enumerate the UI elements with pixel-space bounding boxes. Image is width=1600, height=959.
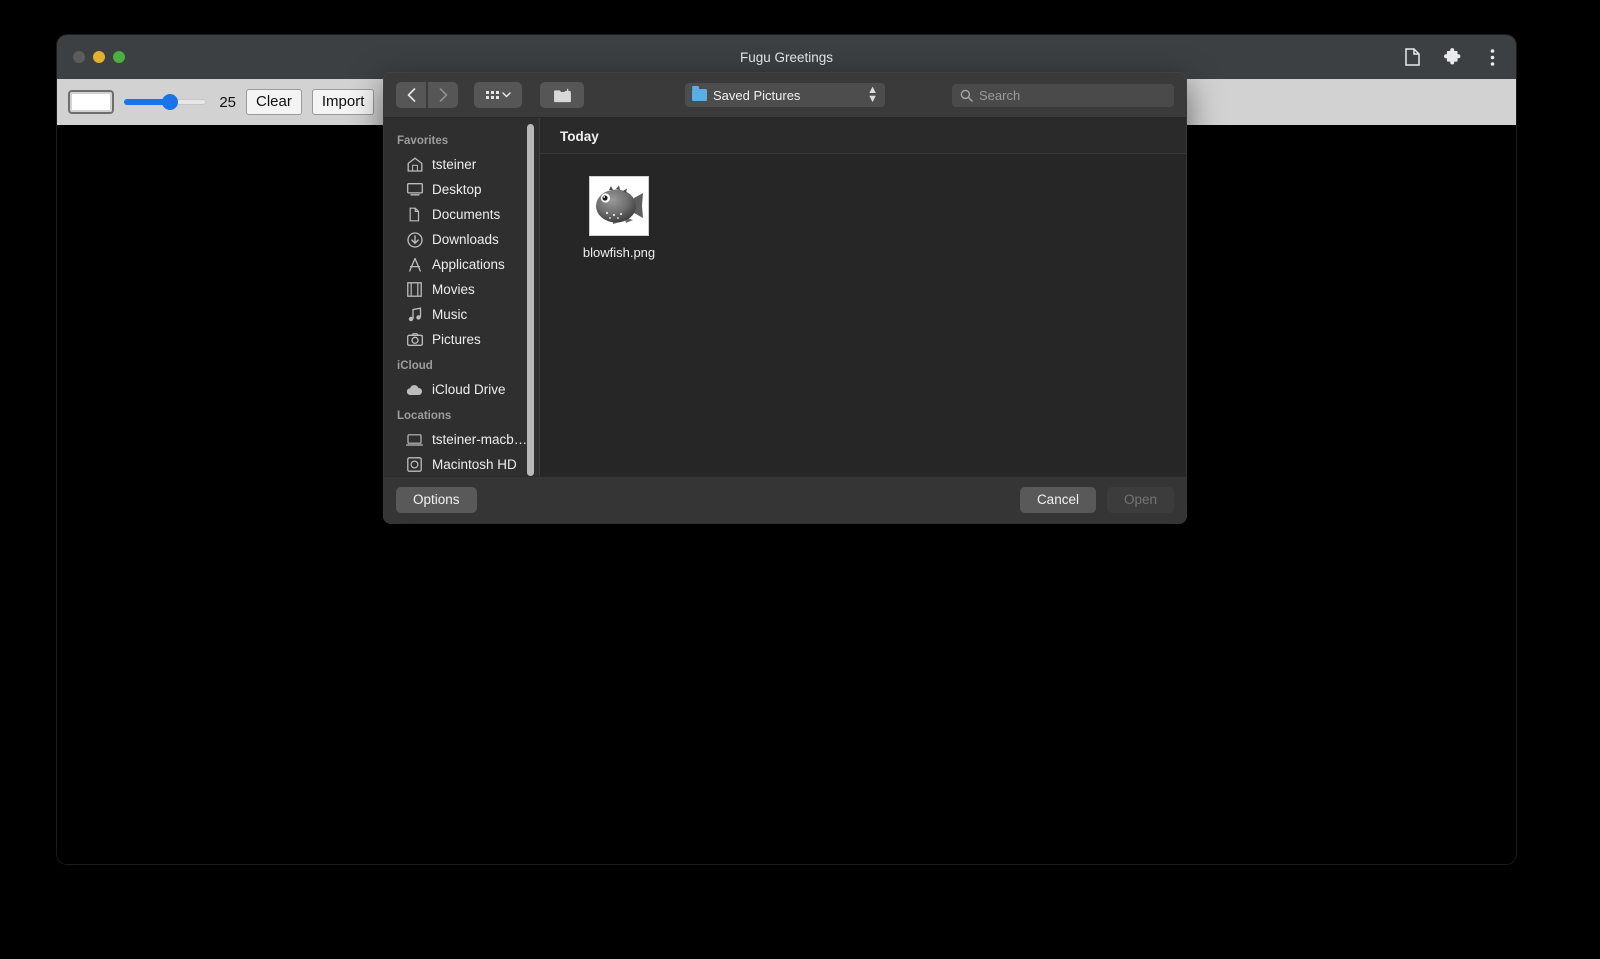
search-icon — [960, 89, 973, 102]
forward-button[interactable] — [428, 82, 458, 108]
sidebar-item-label: Desktop — [432, 182, 482, 197]
applications-icon — [406, 256, 423, 273]
sidebar-item-label: Documents — [432, 207, 501, 222]
file-group-header: Today — [540, 118, 1186, 154]
home-icon — [406, 156, 423, 173]
sidebar-item-music[interactable]: Music — [384, 302, 539, 327]
path-label: Saved Pictures — [713, 87, 801, 103]
sidebar-item-icloud-drive[interactable]: iCloud Drive — [384, 377, 539, 402]
desktop-icon — [406, 181, 423, 198]
sidebar-item-label: tsteiner-macb… — [432, 432, 528, 447]
maximize-window-button[interactable] — [113, 51, 125, 63]
sidebar-item-label: Music — [432, 307, 468, 322]
sidebar-item-label: tsteiner — [432, 157, 477, 172]
music-icon — [406, 306, 423, 323]
sidebar-scrollbar[interactable] — [527, 124, 534, 476]
navigation-buttons — [396, 82, 458, 108]
file-item[interactable]: blowfish.png — [566, 176, 672, 260]
file-open-dialog: Saved Pictures ▲▼ Search Favorites tste — [384, 73, 1186, 523]
sidebar-item-label: iCloud Drive — [432, 382, 506, 397]
sidebar-item-applications[interactable]: Applications — [384, 252, 539, 277]
file-grid: blowfish.png — [540, 154, 1186, 476]
sidebar-item-label: Pictures — [432, 332, 481, 347]
dialog-body: Favorites tsteiner Desktop Documents Dow… — [384, 118, 1186, 476]
sidebar-item-macintosh-hd[interactable]: Macintosh HD — [384, 452, 539, 476]
sidebar-section-favorites-title: Favorites — [397, 135, 449, 147]
sidebar-item-downloads[interactable]: Downloads — [384, 227, 539, 252]
slider-value-label: 25 — [219, 93, 236, 111]
search-placeholder: Search — [979, 87, 1021, 103]
page-icon[interactable] — [1402, 47, 1422, 67]
laptop-icon — [406, 431, 423, 448]
open-button[interactable]: Open — [1106, 487, 1174, 513]
new-folder-button[interactable] — [540, 82, 584, 108]
sidebar-item-pictures[interactable]: Pictures — [384, 327, 539, 352]
extensions-icon[interactable] — [1442, 47, 1462, 67]
documents-icon — [406, 206, 423, 223]
sidebar-item-tsteiner[interactable]: tsteiner — [384, 152, 539, 177]
chevron-down-icon — [501, 92, 511, 98]
footer-actions: Cancel Open — [1019, 487, 1174, 513]
dialog-footer: Options Cancel Open — [384, 476, 1186, 523]
path-dropdown[interactable]: Saved Pictures ▲ ▼ — [685, 83, 885, 107]
import-button[interactable]: Import — [311, 88, 375, 116]
dialog-sidebar: Favorites tsteiner Desktop Documents Dow… — [384, 118, 539, 476]
traffic-lights — [57, 51, 125, 63]
dialog-toolbar: Saved Pictures ▲ ▼ Search — [384, 73, 1186, 118]
minimize-window-button[interactable] — [93, 51, 105, 63]
slider-fill — [124, 99, 167, 105]
file-name: blowfish.png — [582, 245, 656, 260]
camera-icon — [406, 331, 423, 348]
sidebar-item-label: Downloads — [432, 232, 499, 247]
sidebar-item-label: Macintosh HD — [432, 457, 517, 472]
search-input[interactable]: Search — [952, 83, 1174, 107]
back-button[interactable] — [396, 82, 426, 108]
harddrive-icon — [406, 456, 423, 473]
sidebar-item-documents[interactable]: Documents — [384, 202, 539, 227]
sidebar-item-label: Applications — [432, 257, 505, 272]
titlebar-actions — [1402, 35, 1502, 79]
clear-button[interactable]: Clear — [246, 88, 302, 116]
menu-icon[interactable] — [1482, 47, 1502, 67]
sidebar-section-icloud-title: iCloud — [397, 360, 433, 372]
movies-icon — [406, 281, 423, 298]
close-window-button[interactable] — [73, 51, 85, 63]
dialog-file-list: Today blowfish.png — [539, 118, 1186, 476]
folder-icon — [692, 86, 707, 101]
stepper-icon: ▲ ▼ — [867, 83, 878, 105]
sidebar-item-tsteiner-macbook[interactable]: tsteiner-macb… — [384, 427, 539, 452]
screen: Fugu Greetings 25 Clear Import Saved Pic… — [0, 0, 1600, 959]
view-mode-button[interactable] — [474, 82, 522, 108]
color-picker-input[interactable] — [68, 90, 114, 114]
grid-icon — [485, 91, 499, 99]
size-slider[interactable] — [124, 90, 206, 114]
sidebar-item-desktop[interactable]: Desktop — [384, 177, 539, 202]
options-button[interactable]: Options — [396, 487, 477, 513]
cancel-button[interactable]: Cancel — [1019, 487, 1096, 513]
sidebar-section-locations-title: Locations — [397, 410, 452, 422]
sidebar-item-label: Movies — [432, 282, 475, 297]
slider-thumb[interactable] — [161, 94, 178, 110]
sidebar-item-movies[interactable]: Movies — [384, 277, 539, 302]
blowfish-thumbnail — [589, 176, 649, 236]
download-icon — [406, 231, 423, 248]
cloud-icon — [406, 381, 423, 398]
